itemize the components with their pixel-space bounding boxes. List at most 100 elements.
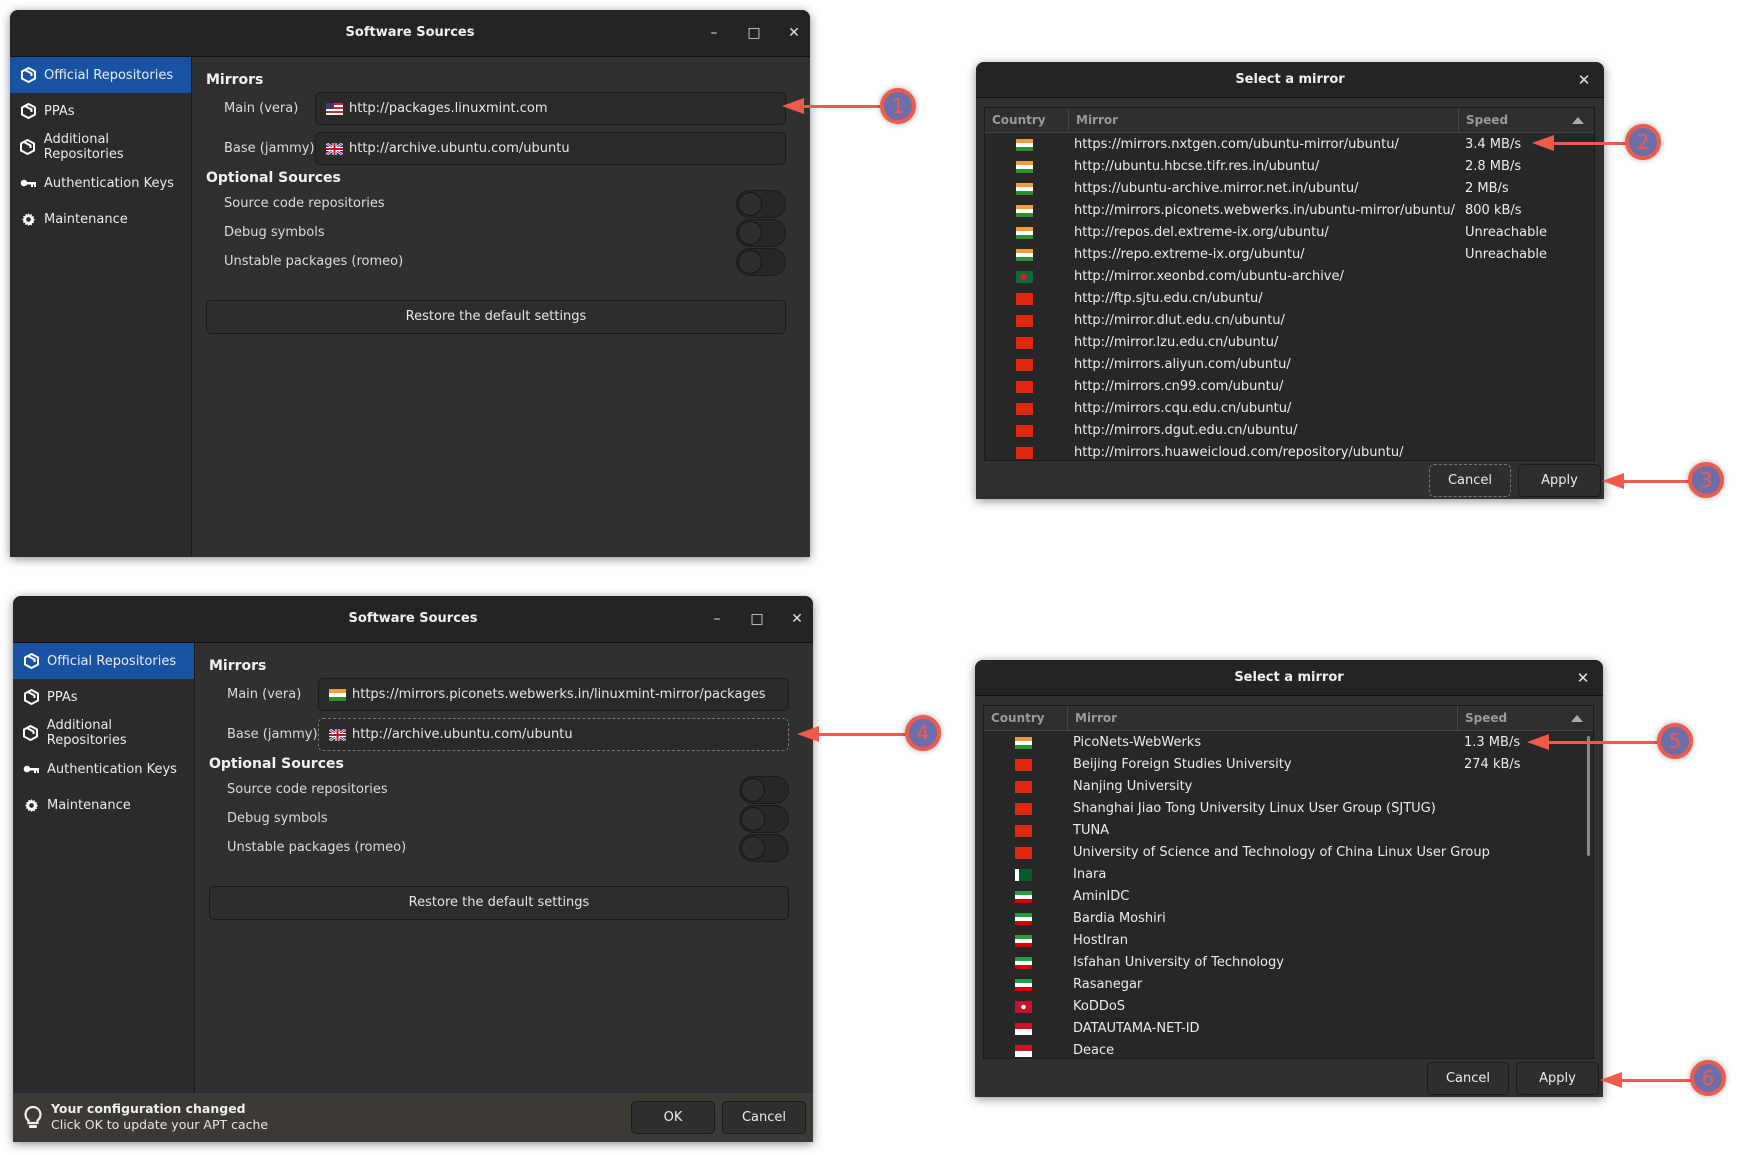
flag-ir-icon xyxy=(1015,935,1032,947)
annotation-badge: 6 xyxy=(1690,1060,1726,1096)
table-row[interactable]: KoDDoS xyxy=(984,996,1593,1018)
sidebar-item-official-repositories[interactable]: Official Repositories xyxy=(13,643,194,679)
table-row[interactable]: http://mirrors.piconets.webwerks.in/ubun… xyxy=(985,200,1594,222)
sidebar-item-authentication-keys[interactable]: Authentication Keys xyxy=(10,165,191,201)
ok-button[interactable]: OK xyxy=(631,1101,715,1134)
source-code-toggle[interactable] xyxy=(736,190,786,218)
column-header-country[interactable]: Country xyxy=(984,706,1067,731)
table-row[interactable]: https://mirrors.nxtgen.com/ubuntu-mirror… xyxy=(985,134,1594,156)
base-mirror-button[interactable]: http://archive.ubuntu.com/ubuntu xyxy=(315,132,786,165)
column-header-country[interactable]: Country xyxy=(985,108,1068,133)
speed-cell: 2 MB/s xyxy=(1465,181,1509,196)
table-row[interactable]: https://repo.extreme-ix.org/ubuntu/Unrea… xyxy=(985,244,1594,266)
table-row[interactable]: Beijing Foreign Studies University 274 kB… xyxy=(984,754,1593,776)
dialog-title: Select a mirror xyxy=(1234,670,1344,685)
close-button[interactable]: ✕ xyxy=(786,608,808,630)
mirror-cell: University of Science and Technology of … xyxy=(1073,845,1490,860)
table-row[interactable]: University of Science and Technology of … xyxy=(984,842,1593,864)
flag-cn-icon xyxy=(1016,293,1033,305)
speed-cell: 2.8 MB/s xyxy=(1465,159,1522,174)
flag-cn-icon xyxy=(1015,803,1032,815)
table-row[interactable]: http://repos.del.extreme-ix.org/ubuntu/U… xyxy=(985,222,1594,244)
table-row[interactable]: Deace xyxy=(984,1040,1593,1058)
minimize-button[interactable]: – xyxy=(706,608,728,630)
apply-button[interactable]: Apply xyxy=(1518,464,1601,497)
cancel-button[interactable]: Cancel xyxy=(722,1101,806,1134)
flag-in-icon xyxy=(1016,205,1033,217)
table-row[interactable]: http://mirrors.huaweicloud.com/repositor… xyxy=(985,442,1594,460)
mirror-cell: http://mirror.lzu.edu.cn/ubuntu/ xyxy=(1074,335,1279,350)
sidebar-item-ppas[interactable]: PPAs xyxy=(10,93,191,129)
minimize-button[interactable]: – xyxy=(703,22,725,44)
mirror-cell: HostIran xyxy=(1073,933,1128,948)
titlebar: Software Sources – □ ✕ xyxy=(13,596,813,643)
table-row[interactable]: HostIran xyxy=(984,930,1593,952)
table-row[interactable]: DATAUTAMA-NET-ID xyxy=(984,1018,1593,1040)
base-label: Base (jammy) xyxy=(224,141,315,156)
debug-symbols-toggle[interactable] xyxy=(739,805,789,833)
maximize-button[interactable]: □ xyxy=(743,22,765,44)
mirror-cell: http://mirrors.piconets.webwerks.in/ubun… xyxy=(1074,203,1456,218)
sidebar-item-maintenance[interactable]: Maintenance xyxy=(10,201,191,237)
flag-cn-icon xyxy=(1015,781,1032,793)
table-row[interactable]: TUNA xyxy=(984,820,1593,842)
window-title: Software Sources xyxy=(348,611,478,626)
close-button[interactable]: ✕ xyxy=(783,22,805,44)
table-row[interactable]: PicoNets-WebWerks 1.3 MB/s xyxy=(984,732,1593,754)
sidebar-item-authentication-keys[interactable]: Authentication Keys xyxy=(13,751,194,787)
column-header-mirror[interactable]: Mirror xyxy=(1067,706,1457,731)
scrollbar[interactable] xyxy=(1587,736,1590,856)
table-row[interactable]: http://mirror.lzu.edu.cn/ubuntu/ xyxy=(985,332,1594,354)
base-mirror-button[interactable]: http://archive.ubuntu.com/ubuntu xyxy=(318,718,789,751)
restore-defaults-button[interactable]: Restore the default settings xyxy=(209,886,789,920)
sidebar-item-label: PPAs xyxy=(47,689,78,705)
content-panel: Mirrors Main (vera) https://mirrors.pico… xyxy=(196,643,813,1093)
unstable-packages-toggle[interactable] xyxy=(739,834,789,862)
maximize-button[interactable]: □ xyxy=(746,608,768,630)
table-row[interactable]: http://mirrors.aliyun.com/ubuntu/ xyxy=(985,354,1594,376)
info-bar-title: Your configuration changed xyxy=(51,1101,246,1116)
table-row[interactable]: http://ubuntu.hbcse.tifr.res.in/ubuntu/2… xyxy=(985,156,1594,178)
sidebar-item-maintenance[interactable]: Maintenance xyxy=(13,787,194,823)
annotation-badge: 4 xyxy=(905,715,941,751)
sidebar-item-additional-repositories[interactable]: Additional Repositories xyxy=(10,129,191,165)
table-row[interactable]: Isfahan University of Technology xyxy=(984,952,1593,974)
table-row[interactable]: http://mirrors.cqu.edu.cn/ubuntu/ xyxy=(985,398,1594,420)
mirror-cell: http://repos.del.extreme-ix.org/ubuntu/ xyxy=(1074,225,1329,240)
package-icon xyxy=(23,725,39,741)
cancel-button[interactable]: Cancel xyxy=(1429,464,1511,497)
close-button[interactable]: ✕ xyxy=(1573,668,1593,688)
table-row[interactable]: Shanghai Jiao Tong University Linux User… xyxy=(984,798,1593,820)
sidebar-item-additional-repositories[interactable]: Additional Repositories xyxy=(13,715,194,751)
annotation-badge: 3 xyxy=(1688,462,1724,498)
cancel-button[interactable]: Cancel xyxy=(1427,1062,1509,1095)
sidebar-item-official-repositories[interactable]: Official Repositories xyxy=(10,57,191,93)
flag-cn-icon xyxy=(1016,315,1033,327)
main-mirror-button[interactable]: http://packages.linuxmint.com xyxy=(315,92,786,125)
debug-symbols-toggle[interactable] xyxy=(736,219,786,247)
sidebar-item-ppas[interactable]: PPAs xyxy=(13,679,194,715)
main-mirror-button[interactable]: https://mirrors.piconets.webwerks.in/lin… xyxy=(318,678,789,711)
table-row[interactable]: Nanjing University xyxy=(984,776,1593,798)
table-row[interactable]: http://mirror.dlut.edu.cn/ubuntu/ xyxy=(985,310,1594,332)
table-row[interactable]: http://mirrors.cn99.com/ubuntu/ xyxy=(985,376,1594,398)
flag-pk-icon xyxy=(1015,869,1032,881)
table-row[interactable]: http://mirror.xeonbd.com/ubuntu-archive/ xyxy=(985,266,1594,288)
table-row[interactable]: http://mirrors.dgut.edu.cn/ubuntu/ xyxy=(985,420,1594,442)
mirror-cell: TUNA xyxy=(1073,823,1110,838)
source-code-toggle[interactable] xyxy=(739,776,789,804)
mirror-cell: http://mirrors.aliyun.com/ubuntu/ xyxy=(1074,357,1291,372)
table-row[interactable]: AminIDC xyxy=(984,886,1593,908)
mirror-cell: Nanjing University xyxy=(1073,779,1193,794)
table-row[interactable]: Inara xyxy=(984,864,1593,886)
close-button[interactable]: ✕ xyxy=(1574,70,1594,90)
annotation-badge: 1 xyxy=(880,88,916,124)
apply-button[interactable]: Apply xyxy=(1516,1062,1599,1095)
table-row[interactable]: https://ubuntu-archive.mirror.net.in/ubu… xyxy=(985,178,1594,200)
table-row[interactable]: http://ftp.sjtu.edu.cn/ubuntu/ xyxy=(985,288,1594,310)
unstable-packages-toggle[interactable] xyxy=(736,248,786,276)
table-row[interactable]: Bardia Moshiri xyxy=(984,908,1593,930)
table-row[interactable]: Rasanegar xyxy=(984,974,1593,996)
restore-defaults-button[interactable]: Restore the default settings xyxy=(206,300,786,334)
column-header-mirror[interactable]: Mirror xyxy=(1068,108,1458,133)
